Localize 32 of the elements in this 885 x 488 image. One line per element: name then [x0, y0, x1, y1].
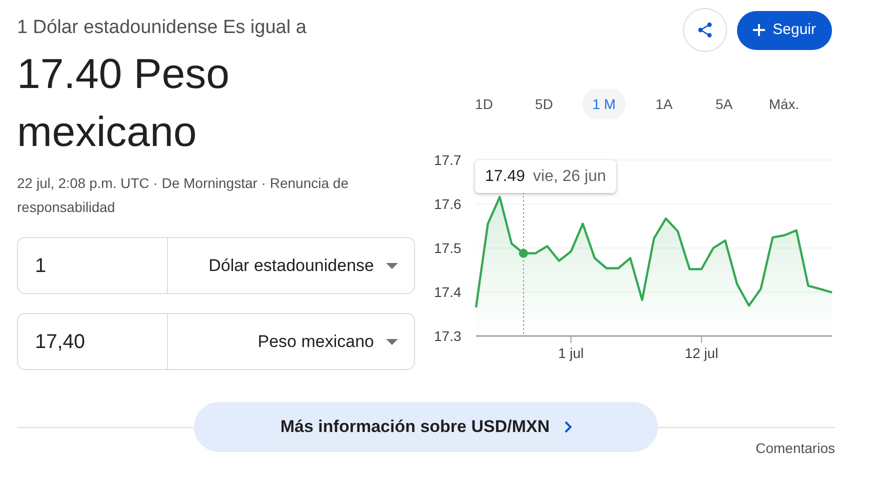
- caret-icon: [386, 338, 398, 344]
- currency-dropdown[interactable]: Dólar estadounidense: [168, 252, 414, 278]
- feedback-link[interactable]: Comentarios: [756, 438, 835, 459]
- more-info-button[interactable]: Más información sobre USD/MXN: [194, 402, 658, 452]
- share-button[interactable]: [682, 8, 727, 52]
- x-axis-label: 12 jul: [684, 345, 718, 361]
- range-tab[interactable]: 5D: [522, 89, 566, 119]
- chevron-right-icon: [564, 421, 572, 433]
- amount-field[interactable]: 17,40: [35, 326, 86, 356]
- y-axis-label: 17.6: [434, 196, 462, 212]
- range-tab[interactable]: 1 M: [582, 89, 626, 119]
- y-axis-label: 17.4: [434, 284, 462, 300]
- y-axis-label: 17.5: [434, 240, 462, 256]
- tooltip-value: 17.49: [485, 166, 526, 186]
- update-info: 22 jul, 2:08 p.m. UTC · De Morningstar · Renuncia de responsabilidad: [17, 174, 350, 217]
- y-axis-label: 17.7: [434, 152, 462, 168]
- hover-point: [518, 248, 528, 258]
- range-tab[interactable]: Máx.: [762, 89, 806, 119]
- share-icon: [696, 21, 714, 39]
- y-axis-label: 17.3: [434, 328, 462, 344]
- range-tab[interactable]: 5A: [702, 89, 746, 119]
- plus-icon: [752, 24, 765, 36]
- converted-rate: 17.40 Peso mexicano: [17, 49, 231, 157]
- amount-field[interactable]: 1: [35, 250, 46, 280]
- caret-icon: [386, 262, 398, 268]
- range-tab[interactable]: 1A: [642, 89, 686, 119]
- range-tab[interactable]: 1D: [462, 89, 506, 119]
- conversion-header: 1 Dólar estadounidense Es igual a: [17, 16, 308, 40]
- x-axis-label: 1 jul: [558, 345, 584, 361]
- tooltip-date: vie, 26 jun: [533, 166, 606, 186]
- follow-button[interactable]: Seguir: [736, 10, 832, 50]
- currency-dropdown[interactable]: Peso mexicano: [168, 328, 414, 354]
